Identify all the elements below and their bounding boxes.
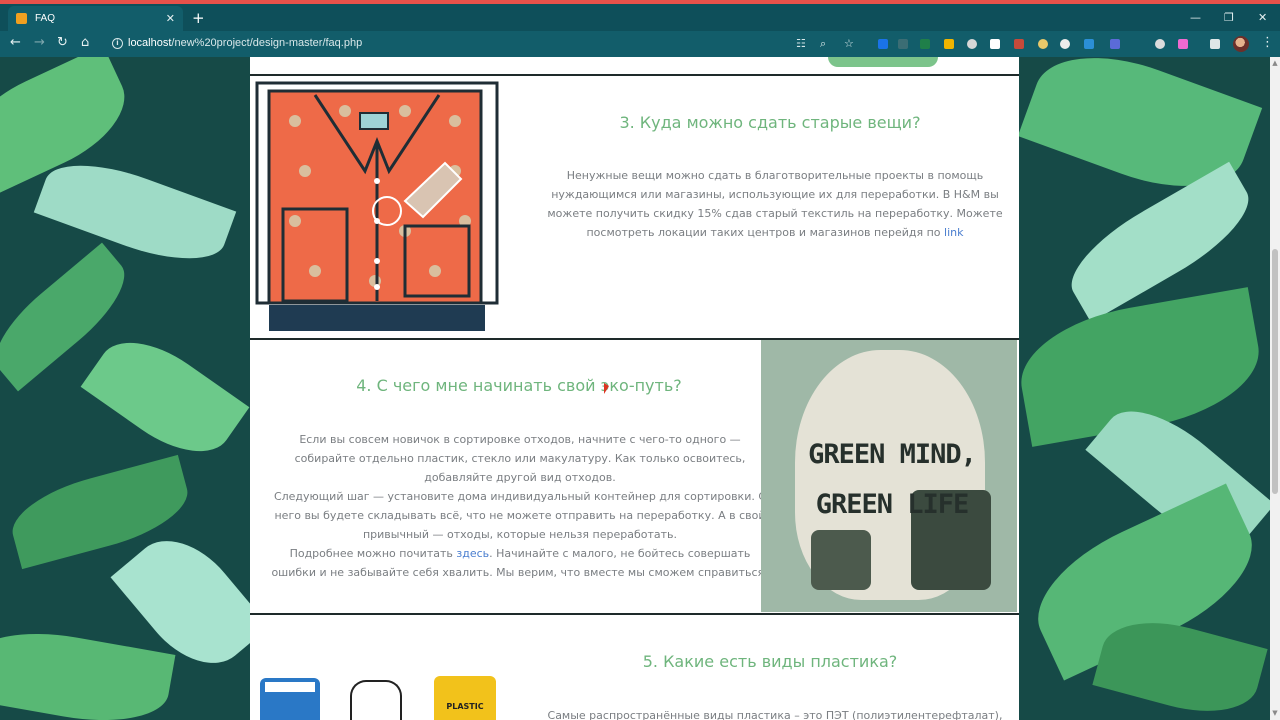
forward-arrow-icon[interactable]: → [34, 36, 45, 50]
scroll-down-icon[interactable]: ▼ [1271, 709, 1279, 717]
extension-icon[interactable] [944, 39, 954, 49]
browser-toolbar: ← → ↻ ⌂ i localhost/new%20project/design… [0, 31, 1280, 57]
profile-avatar[interactable] [1233, 36, 1249, 52]
address-bar[interactable]: i localhost/new%20project/design-master/… [104, 33, 864, 55]
plastic-bin-label: PLASTIC [446, 702, 484, 711]
zoom-icon[interactable]: ⌕ [820, 37, 826, 51]
tab-close-icon[interactable]: ✕ [166, 12, 175, 25]
faq-answer-3-link[interactable]: link [944, 226, 963, 239]
faq-question-5: 5. Какие есть виды пластика? [642, 652, 898, 671]
tab-title: FAQ [35, 13, 56, 24]
previous-section-remnant [828, 57, 938, 67]
browser-menu-icon[interactable]: ⋮ [1261, 36, 1274, 49]
green-mind-image-text: GREEN MIND, GREEN LIFE [808, 439, 977, 520]
faq-answer-4: Если вы совсем новичок в сортировке отхо… [270, 430, 770, 582]
extension-icon[interactable] [1038, 39, 1048, 49]
extension-icon[interactable] [878, 39, 888, 49]
reload-icon[interactable]: ↻ [57, 36, 68, 50]
faq-question-4: 4. С чего мне начинать свой эко-путь? [356, 376, 682, 395]
extension-icon[interactable] [920, 39, 930, 49]
extension-icon[interactable] [1084, 39, 1094, 49]
recycling-bins-illustration: PLASTIC [260, 674, 500, 720]
section-divider [250, 74, 1019, 76]
scrollbar-thumb[interactable] [1272, 249, 1278, 494]
green-mind-image: GREEN MIND, GREEN LIFE [761, 340, 1017, 612]
page-viewport: 3. Куда можно сдать старые вещи? Ненужны… [0, 57, 1280, 720]
extension-icon[interactable] [1178, 39, 1188, 49]
faq-answer-4-p2: Следующий шаг — установите дома индивиду… [273, 490, 767, 541]
faq-answer-4-link[interactable]: здесь [456, 547, 489, 560]
faq-answer-5: Самые распространённые виды пластика – э… [547, 709, 1003, 720]
maximize-button[interactable]: ❐ [1224, 12, 1234, 23]
close-window-button[interactable]: ✕ [1258, 12, 1267, 23]
minimize-button[interactable]: — [1190, 12, 1201, 23]
new-tab-button[interactable]: + [192, 11, 205, 26]
extension-icon[interactable] [1155, 39, 1165, 49]
faq-answer-4-p3: Подробнее можно почитать здесь. Начинайт… [271, 547, 769, 579]
menu-icon[interactable] [1210, 39, 1220, 49]
faq-question-3: 3. Куда можно сдать старые вещи? [619, 113, 921, 132]
site-favicon-icon [16, 13, 27, 24]
faq-container: 3. Куда можно сдать старые вещи? Ненужны… [250, 57, 1019, 720]
info-icon[interactable]: i [112, 38, 123, 49]
tab-bar: FAQ ✕ + — ❐ ✕ [0, 4, 1280, 31]
scroll-up-icon[interactable]: ▲ [1271, 59, 1279, 67]
home-icon[interactable]: ⌂ [81, 36, 89, 50]
mouse-cursor [604, 383, 609, 394]
faq-answer-4-p1: Если вы совсем новичок в сортировке отхо… [294, 433, 746, 484]
back-arrow-icon[interactable]: ← [10, 36, 21, 50]
extension-icon[interactable] [1110, 39, 1120, 49]
shirt-illustration [255, 81, 499, 331]
extension-icon[interactable] [1060, 39, 1070, 49]
extension-icon[interactable] [967, 39, 977, 49]
star-icon[interactable]: ☆ [844, 37, 854, 50]
tab-faq[interactable]: FAQ ✕ [8, 6, 183, 31]
translate-icon[interactable]: ☷ [796, 37, 806, 50]
extension-icon[interactable] [898, 39, 908, 49]
page-scrollbar[interactable]: ▲ ▼ [1270, 57, 1280, 720]
extension-icon[interactable] [990, 39, 1000, 49]
section-divider [250, 613, 1019, 615]
url-text[interactable]: localhost/new%20project/design-master/fa… [128, 37, 362, 49]
extension-icon[interactable] [1014, 39, 1024, 49]
faq-answer-3: Ненужные вещи можно сдать в благотворите… [547, 169, 1003, 239]
